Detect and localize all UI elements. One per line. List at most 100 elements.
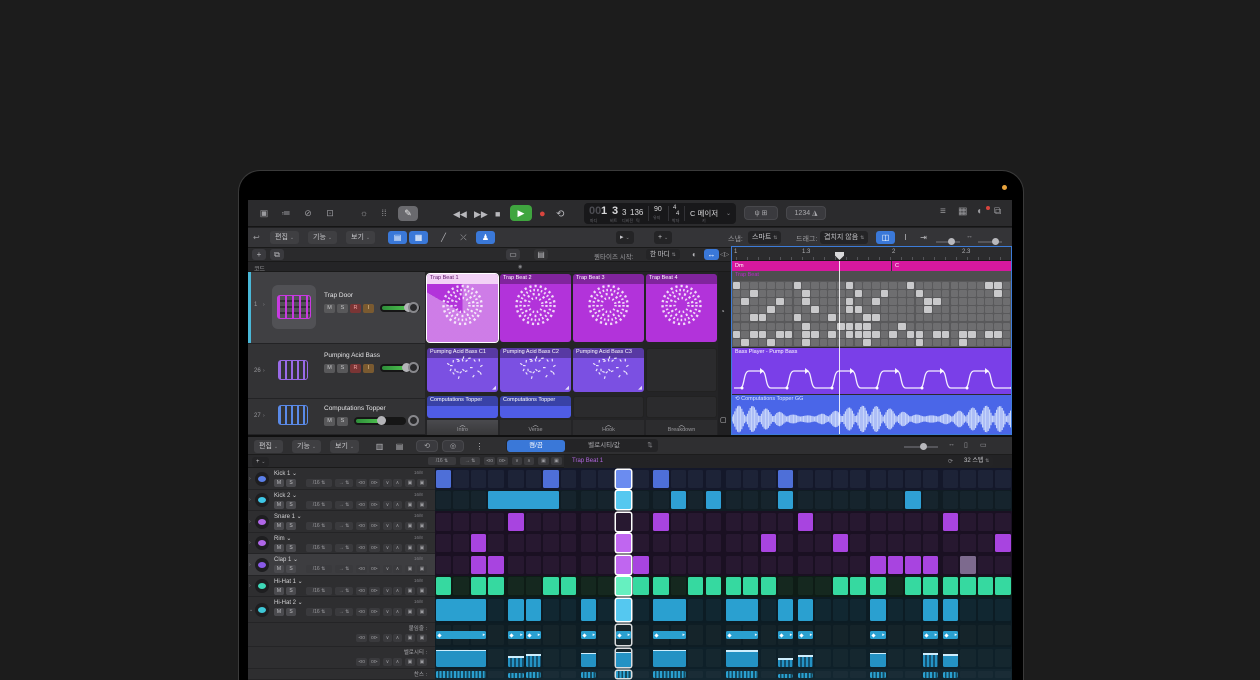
velocity-bar[interactable] <box>798 655 813 667</box>
drag-menu[interactable]: 겹치지 않음 ⇅ <box>820 231 868 244</box>
chance-bar[interactable] <box>653 671 686 678</box>
step-cell[interactable] <box>436 577 451 595</box>
step-cell[interactable] <box>778 556 793 574</box>
step-cell[interactable] <box>543 513 558 531</box>
row-loop-start-icon[interactable]: ⊲o <box>356 544 367 552</box>
row-rotate-right-icon[interactable]: ▣ <box>417 565 427 573</box>
quantize-start-menu[interactable]: 한 마디 ⇅ <box>646 249 680 260</box>
step-cell[interactable] <box>653 470 668 488</box>
autozoom-icon[interactable]: ⇥ <box>914 231 933 244</box>
scene-trigger[interactable]: ︿Hook <box>573 420 644 435</box>
subrow-cell[interactable] <box>978 649 993 668</box>
chance-bar[interactable] <box>798 673 813 678</box>
row-rate-stepper[interactable]: /16 ⇅ <box>306 501 332 509</box>
row-loop-start-icon[interactable]: ⊲o <box>356 479 367 487</box>
loop-record-icon[interactable]: ⟲ <box>416 440 438 452</box>
mixer-icon[interactable]: ≔ <box>278 205 294 221</box>
step-cell[interactable] <box>616 556 631 574</box>
step-cell[interactable] <box>995 491 1010 509</box>
duplicate-button[interactable]: ⧉ <box>270 249 284 260</box>
step-cell[interactable] <box>870 491 885 509</box>
snap-menu[interactable]: 스마트 ⇅ <box>748 231 781 244</box>
step-cell[interactable] <box>743 577 758 595</box>
step-cell[interactable] <box>815 556 830 574</box>
row-rotate-left-icon[interactable]: ▣ <box>405 501 415 509</box>
step-cell[interactable] <box>778 599 793 622</box>
pan-knob[interactable] <box>408 302 419 313</box>
record-button[interactable]: ● <box>539 208 546 220</box>
subrow-cell[interactable] <box>488 625 503 646</box>
controls-icon[interactable]: ⁞⁞ <box>376 205 392 221</box>
step-cell[interactable] <box>888 599 903 622</box>
step-cell[interactable] <box>453 577 468 595</box>
step-cell[interactable] <box>960 599 975 622</box>
row-rotate-left-icon[interactable]: ▣ <box>405 608 415 616</box>
subrow-cell[interactable] <box>850 649 865 668</box>
step-cell[interactable] <box>850 599 865 622</box>
subrow-rotate-left-icon[interactable]: ▣ <box>405 658 415 666</box>
subrow-cell[interactable] <box>543 671 558 679</box>
step-cell[interactable] <box>960 534 975 552</box>
subrow-increment-icon[interactable]: ∧ <box>393 658 402 666</box>
row-rate-stepper[interactable]: /16 ⇅ <box>306 544 332 552</box>
subrow-cell[interactable] <box>706 625 721 646</box>
step-cell[interactable] <box>870 534 885 552</box>
step-cell[interactable] <box>798 491 813 509</box>
velocity-bar[interactable] <box>778 658 793 667</box>
step-cell[interactable] <box>561 577 576 595</box>
disclosure-icon[interactable]: › <box>263 368 265 374</box>
subrow-cell[interactable] <box>995 649 1010 668</box>
step-cell[interactable] <box>688 556 703 574</box>
subrow-rotate-left-icon[interactable]: ▣ <box>405 634 415 642</box>
default-direction-stepper[interactable]: → ⇅ <box>460 457 480 465</box>
step-cell[interactable] <box>598 556 613 574</box>
step-cell[interactable] <box>905 577 920 595</box>
row-solo-button[interactable]: S <box>286 501 296 509</box>
subrow-cell[interactable] <box>633 671 648 679</box>
step-cell[interactable] <box>743 491 758 509</box>
step-cell[interactable] <box>798 577 813 595</box>
cell-progress-icon[interactable]: ◐ <box>692 250 697 259</box>
step-cell[interactable] <box>471 470 486 488</box>
subrow-loop-end-icon[interactable]: o⊳ <box>369 658 380 666</box>
step-cell[interactable] <box>905 513 920 531</box>
step-cell[interactable] <box>815 577 830 595</box>
step-cell[interactable] <box>561 513 576 531</box>
loops-view-toggle[interactable]: ▦ <box>409 231 428 244</box>
step-cell[interactable] <box>453 470 468 488</box>
row-direction-stepper[interactable]: → ⇅ <box>335 479 353 487</box>
step-cell[interactable] <box>888 577 903 595</box>
step-cell[interactable] <box>798 470 813 488</box>
step-cell[interactable] <box>923 556 938 574</box>
pencil-tool-button[interactable]: ✎ <box>398 206 418 221</box>
row-disclosure-icon[interactable]: › <box>249 519 251 525</box>
row-direction-stepper[interactable]: → ⇅ <box>335 544 353 552</box>
step-cell[interactable] <box>581 491 596 509</box>
subrow-cell[interactable] <box>761 625 776 646</box>
step-cell[interactable] <box>706 470 721 488</box>
step-cell[interactable] <box>653 577 668 595</box>
step-cell[interactable] <box>978 599 993 622</box>
notifications-icon[interactable]: ◖ <box>976 206 982 217</box>
step-cell[interactable] <box>561 556 576 574</box>
step-cell[interactable] <box>508 513 523 531</box>
step-cell[interactable] <box>653 513 668 531</box>
step-cell[interactable] <box>436 556 451 574</box>
row-increment-icon[interactable]: ∧ <box>393 544 402 552</box>
row-rotate-right-icon[interactable]: ▣ <box>417 587 427 595</box>
row-loop-start-icon[interactable]: ⊲o <box>356 522 367 530</box>
loop-cell[interactable]: Pumping Acid Bass C3◢ <box>573 348 644 392</box>
row-rotate-right-icon[interactable]: ▣ <box>417 544 427 552</box>
step-cell[interactable] <box>995 534 1010 552</box>
row-mute-button[interactable]: M <box>274 522 284 530</box>
step-cell[interactable] <box>905 599 920 622</box>
scene-trigger[interactable]: ︿Intro <box>427 420 498 435</box>
step-cell[interactable] <box>688 577 703 595</box>
step-cell[interactable] <box>633 470 648 488</box>
step-cell[interactable] <box>978 534 993 552</box>
mute-button[interactable]: M <box>324 417 335 426</box>
step-cell[interactable] <box>453 491 468 509</box>
row-rotate-left-icon[interactable]: ▣ <box>405 544 415 552</box>
row-solo-button[interactable]: S <box>286 479 296 487</box>
row-solo-button[interactable]: S <box>286 544 296 552</box>
